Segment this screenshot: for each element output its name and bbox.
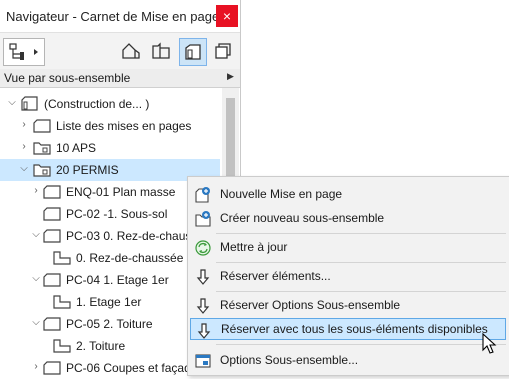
menu-item-label: Options Sous-ensemble... xyxy=(220,353,359,367)
menu-item-label: Mettre à jour xyxy=(220,240,288,254)
house-icon xyxy=(122,43,140,59)
chevron-right-icon[interactable]: › xyxy=(30,185,42,197)
chevron-down-icon[interactable]: ⌵ xyxy=(30,273,42,285)
subset-folder-icon xyxy=(33,142,51,155)
layout-sheet-icon xyxy=(43,185,61,199)
menu-item-reserve-all-subitems[interactable]: Réserver avec tous les sous-éléments dis… xyxy=(190,318,506,340)
tree-item-label: 0. Rez-de-chaussée xyxy=(76,251,184,265)
publisher-sets-button[interactable] xyxy=(210,38,236,64)
layout-sheet-icon xyxy=(43,229,61,243)
drawing-icon xyxy=(53,339,71,353)
title-bar: Navigateur - Carnet de Mise en page × xyxy=(0,0,240,32)
menu-item-subset-options[interactable]: Options Sous-ensemble... xyxy=(190,349,506,371)
menu-item-label: Créer nouveau sous-ensemble xyxy=(220,211,385,225)
layout-sheet-icon xyxy=(43,273,61,287)
menu-item-label: Réserver Options Sous-ensemble xyxy=(220,298,401,312)
subset-options-icon xyxy=(195,354,211,368)
view-map-button[interactable] xyxy=(118,38,144,64)
tree-item-label: 20 PERMIS xyxy=(56,163,119,177)
tree-root-label: (Construction de... ) xyxy=(44,97,150,111)
update-icon xyxy=(195,240,211,256)
tree-item-label: 10 APS xyxy=(56,141,97,155)
tree-root-row[interactable]: ⌵ (Construction de... ) xyxy=(0,93,220,115)
chevron-down-icon[interactable]: ⌵ xyxy=(6,97,18,109)
close-button[interactable]: × xyxy=(216,5,238,27)
reserve-arrow-icon xyxy=(196,269,210,285)
menu-separator xyxy=(216,233,506,234)
menu-item-label: Réserver avec tous les sous-éléments dis… xyxy=(221,322,488,336)
tree-item-label: 2. Toiture xyxy=(76,339,126,353)
menu-item-label: Nouvelle Mise en page xyxy=(220,187,343,201)
dropdown-arrow-icon: ▶ xyxy=(227,71,234,81)
folder-plan-icon xyxy=(152,42,170,59)
menu-item-new-layout[interactable]: Nouvelle Mise en page xyxy=(190,183,506,205)
tree-item-10-aps[interactable]: › 10 APS xyxy=(0,137,220,159)
layout-book-icon xyxy=(21,96,38,111)
view-selector-label: Vue par sous-ensemble xyxy=(4,71,131,85)
tree-structure-icon xyxy=(9,43,38,60)
chevron-right-icon[interactable]: › xyxy=(18,119,30,131)
layout-sheet-icon xyxy=(33,119,51,133)
project-map-button[interactable] xyxy=(3,38,45,66)
layout-sheet-icon xyxy=(43,207,61,221)
new-subset-icon xyxy=(195,211,211,227)
subset-folder-icon xyxy=(33,164,51,177)
tree-item-label: Liste des mises en pages xyxy=(56,119,192,133)
menu-item-reserve-elements[interactable]: Réserver éléments... xyxy=(190,265,506,287)
layout-book-button[interactable] xyxy=(148,38,174,64)
menu-item-new-subset[interactable]: Créer nouveau sous-ensemble xyxy=(190,207,506,229)
tree-item-label: ENQ-01 Plan masse xyxy=(66,185,176,199)
chevron-down-icon[interactable]: ⌵ xyxy=(30,317,42,329)
view-selector[interactable]: Vue par sous-ensemble ▶ xyxy=(0,69,240,88)
chevron-down-icon[interactable]: ⌵ xyxy=(30,229,42,241)
tree-item-label: 1. Etage 1er xyxy=(76,295,142,309)
mouse-cursor-icon xyxy=(482,333,497,354)
reserve-arrow-icon xyxy=(196,298,210,314)
chevron-right-icon[interactable]: › xyxy=(30,361,42,373)
menu-separator xyxy=(216,291,506,292)
tree-item-layout-list[interactable]: › Liste des mises en pages xyxy=(0,115,220,137)
publisher-stack-icon xyxy=(215,43,231,59)
menu-item-reserve-subset-options[interactable]: Réserver Options Sous-ensemble xyxy=(190,294,506,316)
layout-sheet-icon xyxy=(43,317,61,331)
new-layout-icon xyxy=(195,187,210,203)
tree-item-label: PC-06 Coupes et façades xyxy=(66,361,204,375)
layout-book-active-button[interactable] xyxy=(179,38,207,66)
tree-item-label: PC-02 -1. Sous-sol xyxy=(66,207,168,221)
drawing-icon xyxy=(53,251,71,265)
tree-item-label: PC-05 2. Toiture xyxy=(66,317,153,331)
reserve-arrow-icon xyxy=(197,323,211,339)
menu-item-update[interactable]: Mettre à jour xyxy=(190,236,506,258)
menu-separator xyxy=(216,262,506,263)
menu-separator xyxy=(216,344,506,345)
chevron-right-icon[interactable]: › xyxy=(18,141,30,153)
layout-sheet-icon xyxy=(185,44,201,60)
chevron-down-icon[interactable]: ⌵ xyxy=(18,163,30,175)
tree-item-label: PC-04 1. Etage 1er xyxy=(66,273,169,287)
context-menu: Nouvelle Mise en page Créer nouveau sous… xyxy=(187,176,509,376)
menu-item-label: Réserver éléments... xyxy=(220,269,331,283)
window-title: Navigateur - Carnet de Mise en page xyxy=(6,9,220,24)
toolbar xyxy=(0,32,240,70)
drawing-icon xyxy=(53,295,71,309)
